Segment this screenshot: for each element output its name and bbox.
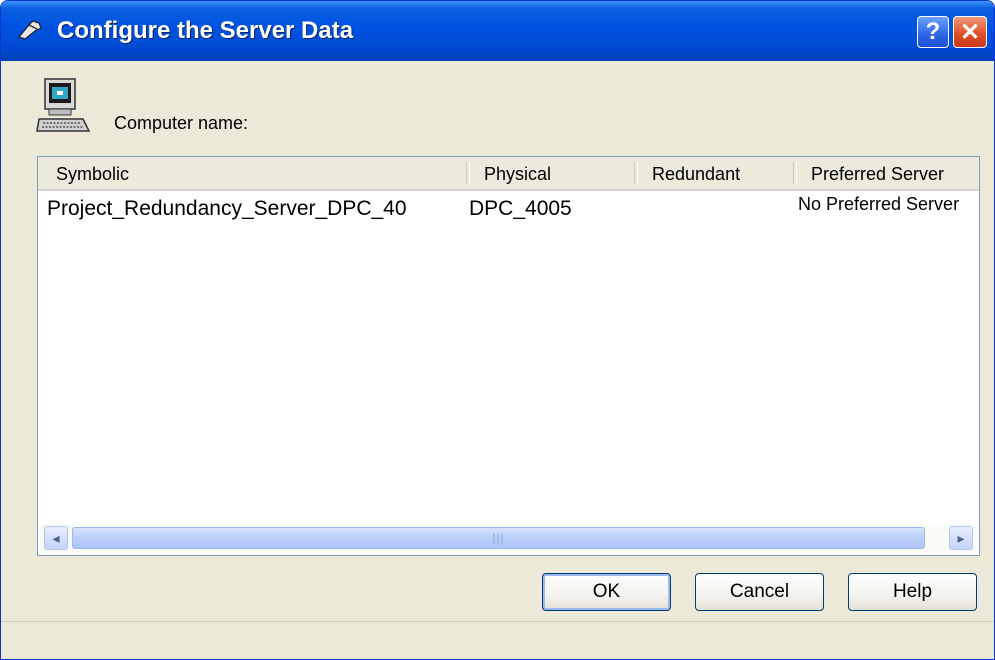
configure-server-dialog: Configure the Server Data ? ✕ Computer n… [0, 0, 995, 660]
column-header-preferred-server[interactable]: Preferred Server [811, 157, 944, 189]
column-header-redundant[interactable]: Redundant [652, 157, 740, 189]
column-header-physical[interactable]: Physical [484, 157, 551, 189]
scroll-right-icon[interactable]: ▸ [949, 526, 973, 550]
help-button[interactable]: Help [848, 573, 977, 611]
help-icon[interactable]: ? [917, 16, 949, 48]
ok-button[interactable]: OK [542, 573, 671, 611]
close-icon[interactable]: ✕ [953, 16, 987, 48]
computer-name-label: Computer name: [114, 113, 249, 133]
scroll-left-icon[interactable]: ◂ [44, 526, 68, 550]
cancel-button[interactable]: Cancel [695, 573, 824, 611]
titlebar-server-icon [17, 20, 42, 40]
column-divider[interactable] [634, 162, 638, 184]
list-header: Symbolic Physical Redundant Preferred Se… [38, 157, 979, 191]
computer-icon [36, 78, 91, 132]
cell-preferred-server: No Preferred Server [798, 194, 960, 214]
table-row[interactable]: Project_Redundancy_Server_DPC_40 DPC_400… [38, 193, 979, 225]
horizontal-scrollbar[interactable]: ◂ ||| ▸ [40, 524, 977, 552]
column-divider[interactable] [793, 162, 797, 184]
status-bar [1, 621, 994, 659]
scrollbar-thumb[interactable]: ||| [72, 527, 925, 549]
server-list[interactable]: Symbolic Physical Redundant Preferred Se… [37, 156, 980, 556]
title-bar[interactable]: Configure the Server Data ? ✕ [1, 1, 994, 61]
column-header-symbolic[interactable]: Symbolic [56, 157, 129, 189]
cell-symbolic: Project_Redundancy_Server_DPC_40 [47, 197, 407, 220]
window-title: Configure the Server Data [57, 17, 354, 44]
cell-physical: DPC_4005 [469, 197, 572, 220]
column-divider[interactable] [466, 162, 470, 184]
